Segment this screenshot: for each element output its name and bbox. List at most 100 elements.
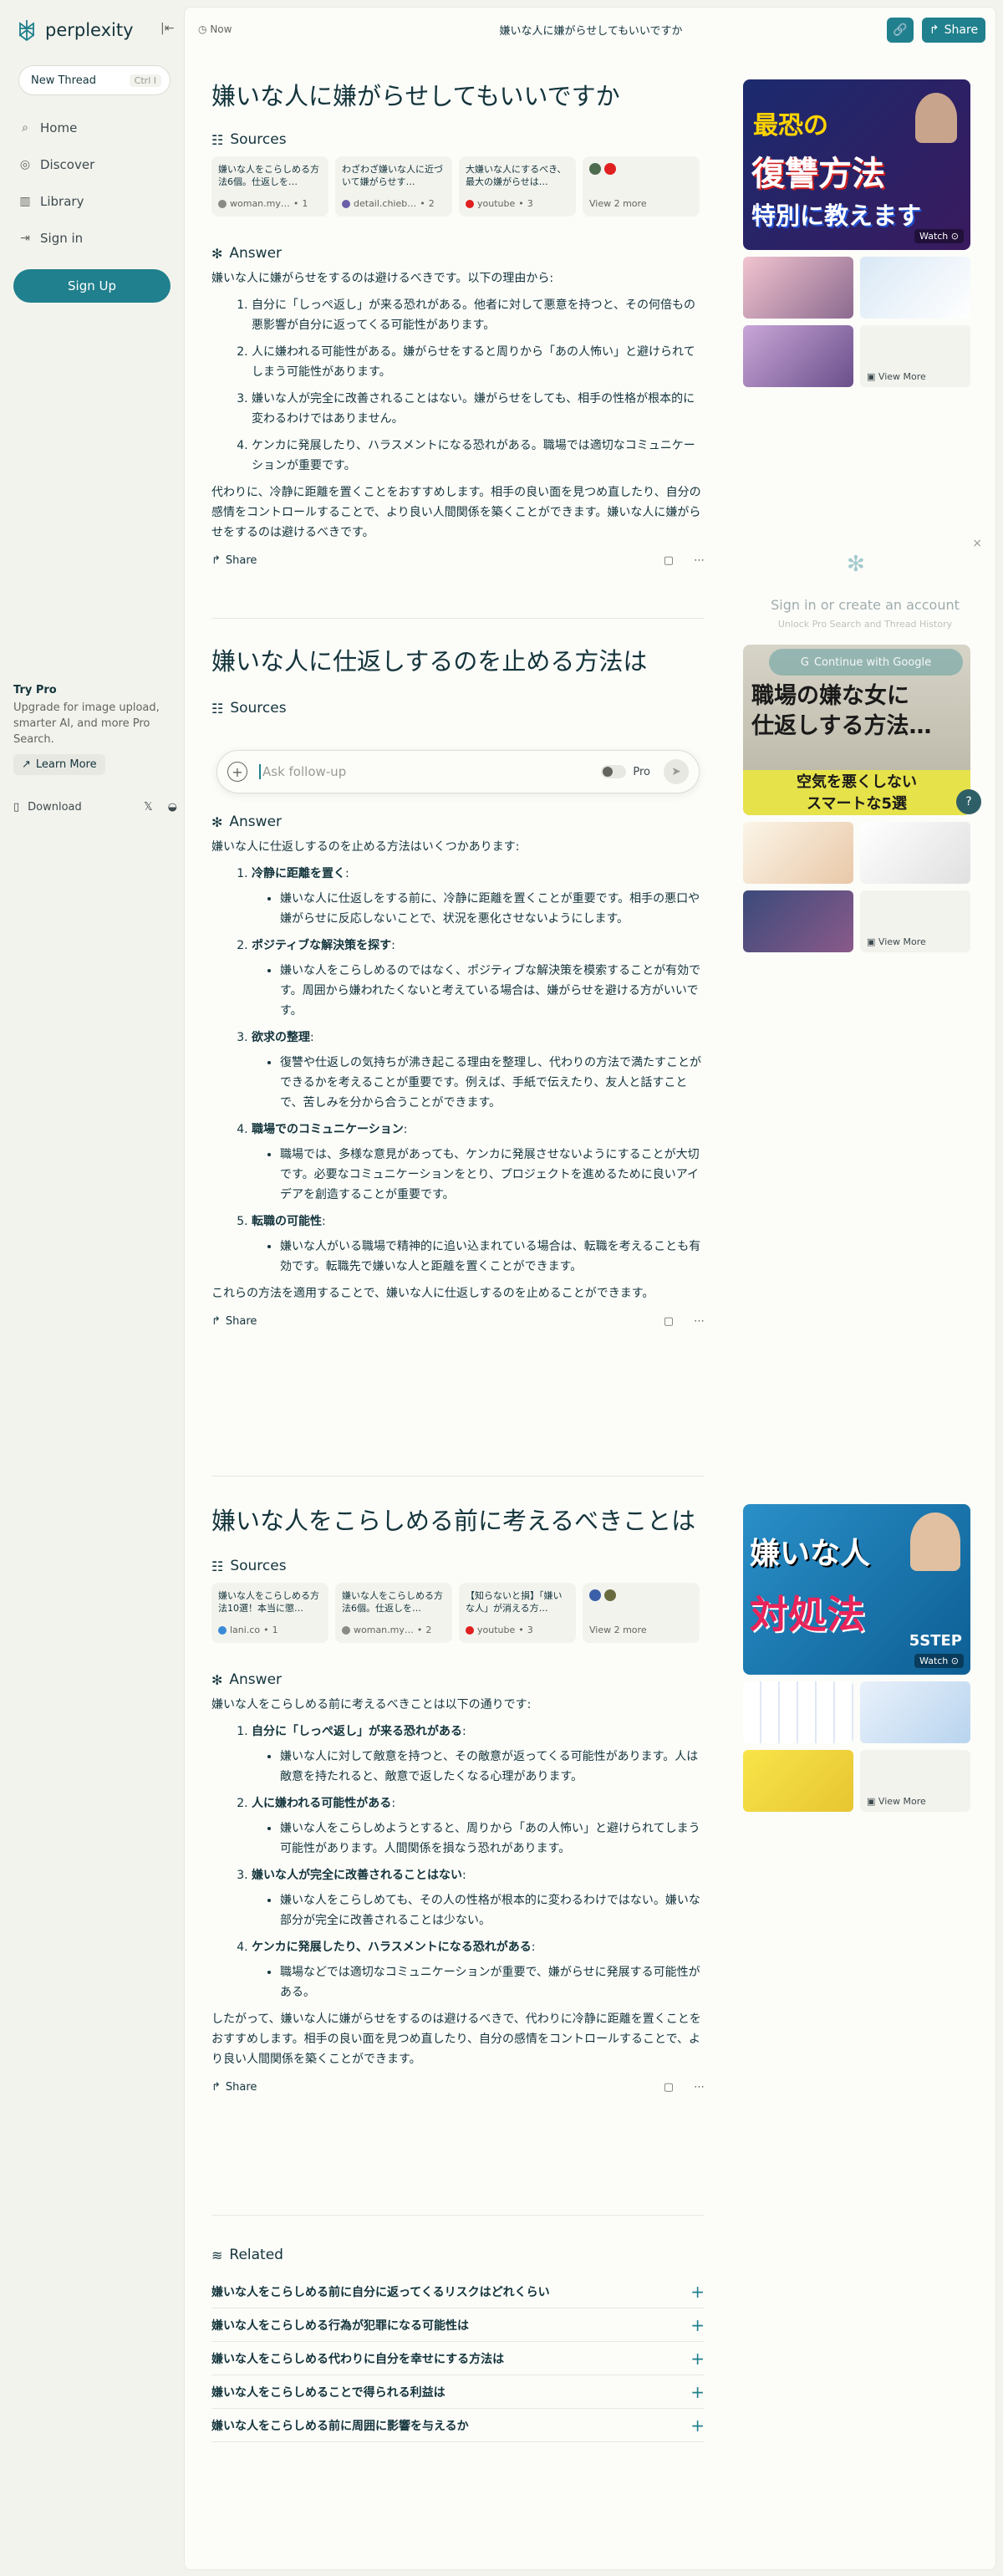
send-arrow-icon[interactable]: ➤ [664, 759, 689, 784]
sidebar-item-library[interactable]: ▥ Library [18, 194, 84, 209]
list-item: 嫌いな人が完全に改善されることはない。嫌がらせをしても、相手の性格が根本的に変わ… [252, 389, 705, 429]
view-more-label: View More [878, 936, 926, 947]
source-number: 1 [302, 198, 308, 209]
image-thumbnail[interactable] [743, 822, 853, 884]
youtube-icon [466, 1625, 474, 1635]
follow-up-input[interactable]: Ask follow-up [259, 764, 346, 779]
thumbnail-tag: 5STEP [909, 1632, 962, 1650]
try-pro-title: Try Pro [13, 684, 57, 696]
list-item-heading: 職場でのコミュニケーション [252, 1123, 404, 1136]
share-answer-button[interactable]: ↱ Share [211, 2081, 257, 2094]
copy-icon[interactable]: ▢ [664, 2081, 674, 2094]
thumbnail-text: 嫌いな人 [750, 1537, 871, 1571]
sign-up-button[interactable]: Sign Up [13, 269, 171, 303]
more-options-icon[interactable]: ⋯ [694, 554, 705, 567]
pro-toggle[interactable]: Pro [601, 765, 650, 778]
new-thread-button[interactable]: New Thread Ctrl I [18, 65, 171, 95]
video-thumbnail[interactable]: 嫌いな人 対処法 5STEP Watch ⊙ [743, 1504, 970, 1675]
toggle-switch[interactable] [601, 765, 627, 778]
top-bar: ◷ Now 嫌いな人に嫌がらせしてもいいですか 🔗 ↱ Share [185, 8, 995, 51]
thumbnail-text: 職場の嫌な女に 仕返しする方法… [751, 681, 931, 742]
help-icon[interactable]: ? [956, 789, 981, 814]
download-link[interactable]: Download [28, 801, 82, 814]
image-thumbnail[interactable] [743, 1681, 853, 1743]
main-panel: ◷ Now 嫌いな人に嫌がらせしてもいいですか 🔗 ↱ Share 嫌いな人に嫌が… [184, 7, 996, 2570]
question-title: 嫌いな人に仕返しするのを止める方法は [211, 647, 648, 676]
related-question[interactable]: 嫌いな人をこらしめる代わりに自分を幸せにする方法は + [211, 2342, 705, 2375]
copy-icon[interactable]: ▢ [664, 1315, 674, 1328]
brand-logo[interactable]: perplexity [15, 18, 134, 42]
image-thumbnail[interactable] [860, 257, 970, 319]
sources-heading: ☷ Sources [211, 700, 705, 717]
list-item-heading: 自分に「しっぺ返し」が来る恐れがある [252, 1725, 462, 1738]
try-pro-panel: Try Pro Upgrade for image upload, smarte… [13, 684, 172, 775]
source-card[interactable]: 嫌いな人をこらしめる方法10選！本当に懲… lani.co • 1 [211, 1583, 328, 1643]
view-more-images-button[interactable]: ▣ View More [860, 890, 970, 952]
learn-more-button[interactable]: ↗ Learn More [13, 754, 105, 775]
site-favicon-icon [218, 1625, 227, 1635]
source-card[interactable]: 嫌いな人をこらしめる方法6個。仕返しを… woman.my… • 1 [211, 156, 328, 217]
source-card[interactable]: 嫌いな人をこらしめる方法6個。仕返しを… woman.my… • 2 [335, 1583, 452, 1643]
image-thumbnail[interactable] [860, 822, 970, 884]
sources-list: 嫌いな人をこらしめる方法6個。仕返しを… woman.my… • 1 わざわざ嫌… [211, 156, 705, 217]
answer-body: 嫌いな人に仕返しするのを止める方法はいくつかあります: 冷静に距離を置く:嫌いな… [211, 837, 705, 1303]
youtube-icon [604, 163, 616, 175]
answer-body: 嫌いな人をこらしめる前に考えるべきことは以下の通りです: 自分に「しっぺ返し」が… [211, 1695, 705, 2069]
source-card[interactable]: 大嫌いな人にするべき、最大の嫌がらせは… youtube • 3 [459, 156, 576, 217]
share-answer-button[interactable]: ↱ Share [211, 554, 257, 567]
more-options-icon[interactable]: ⋯ [694, 1315, 705, 1328]
image-thumbnail[interactable] [743, 1750, 853, 1812]
image-thumbnail[interactable] [743, 257, 853, 319]
source-card[interactable]: 【知らないと損】「嫌いな人」が消える方… youtube • 3 [459, 1583, 576, 1643]
watch-button[interactable]: Watch ⊙ [914, 229, 964, 243]
continue-with-google-button[interactable]: G Continue with Google [769, 649, 963, 676]
related-question[interactable]: 嫌いな人をこらしめる前に自分に返ってくるリスクはどれくらい + [211, 2275, 705, 2308]
answer-intro: 嫌いな人に仕返しするのを止める方法はいくつかあります: [211, 840, 520, 854]
image-thumbnail[interactable] [743, 325, 853, 387]
video-thumbnail[interactable]: 最恐の 復讐方法 特別に教えます Watch ⊙ [743, 79, 970, 250]
view-more-label: View More [878, 371, 926, 382]
related-question[interactable]: 嫌いな人をこらしめる前に周囲に影響を与えるか + [211, 2409, 705, 2442]
share-button[interactable]: ↱ Share [922, 18, 985, 43]
sources-label: Sources [230, 1558, 287, 1574]
copy-icon[interactable]: ▢ [664, 554, 674, 567]
attach-plus-icon[interactable]: + [227, 762, 247, 782]
view-more-sources-button[interactable]: View 2 more [583, 1583, 700, 1643]
x-twitter-icon[interactable]: 𝕏 [144, 801, 152, 814]
sidebar-item-label: Sign in [40, 231, 84, 246]
collapse-sidebar-icon[interactable]: |⇤ [160, 22, 174, 35]
related-question[interactable]: 嫌いな人をこらしめる行為が犯罪になる可能性は + [211, 2308, 705, 2342]
view-more-images-button[interactable]: ▣ View More [860, 1750, 970, 1812]
sidebar-item-home[interactable]: ⌕ Home [18, 120, 77, 135]
image-icon: ▣ [867, 936, 876, 947]
thumbnail-text: 特別に教えます [751, 201, 922, 230]
plus-icon: + [690, 2281, 705, 2302]
more-options-icon[interactable]: ⋯ [694, 2081, 705, 2094]
image-icon: ▣ [867, 1796, 876, 1807]
view-more-label: View 2 more [589, 1625, 647, 1635]
close-icon[interactable]: × [972, 537, 982, 550]
sidebar-item-discover[interactable]: ◎ Discover [18, 157, 94, 172]
image-thumbnail[interactable] [743, 890, 853, 952]
share-answer-button[interactable]: ↱ Share [211, 1315, 257, 1328]
list-item-text: 自分に「しっぺ返し」が来る恐れがある。他者に対して悪意を持つと、その何倍もの悪影… [252, 298, 696, 332]
watch-button[interactable]: Watch ⊙ [914, 1654, 964, 1668]
answer-list: 自分に「しっぺ返し」が来る恐れがある。他者に対して悪意を持つと、その何倍もの悪影… [211, 295, 705, 476]
copy-link-button[interactable]: 🔗 [887, 18, 914, 43]
discord-icon[interactable]: ◒ [168, 801, 177, 814]
view-more-images-button[interactable]: ▣ View More [860, 325, 970, 387]
sidebar-item-sign-in[interactable]: ⇥ Sign in [18, 231, 83, 246]
list-item: 冷静に距離を置く:嫌いな人に仕返しをする前に、冷静に距離を置くことが重要です。相… [252, 864, 705, 929]
answer-outro: 代わりに、冷静に距離を置くことをおすすめします。相手の良い面を見つめ直したり、自… [211, 486, 701, 539]
perplexity-logo-icon [19, 20, 34, 42]
question-title: 嫌いな人をこらしめる前に考えるべきことは [211, 1507, 696, 1535]
related-question[interactable]: 嫌いな人をこらしめることで得られる利益は + [211, 2375, 705, 2409]
view-more-sources-button[interactable]: View 2 more [583, 156, 700, 217]
source-card[interactable]: わざわざ嫌いな人に近づいて嫌がらせす… detail.chieb… • 2 [335, 156, 452, 217]
media-panel-2: 職場の嫌な女に 仕返しする方法… 空気を悪くしない スマートな5選 ▣ View M… [743, 645, 970, 952]
thread-1: 嫌いな人に嫌がらせしてもいいですか ☷ Sources 嫌いな人をこらしめる方法6… [211, 79, 705, 567]
image-thumbnail[interactable] [860, 1681, 970, 1743]
try-pro-description: Upgrade for image upload, smarter AI, an… [13, 701, 160, 746]
source-site: woman.my… [354, 1625, 414, 1635]
thread-3: 嫌いな人をこらしめる前に考えるべきことは ☷ Sources 嫌いな人をこらしめる… [211, 1504, 705, 2094]
